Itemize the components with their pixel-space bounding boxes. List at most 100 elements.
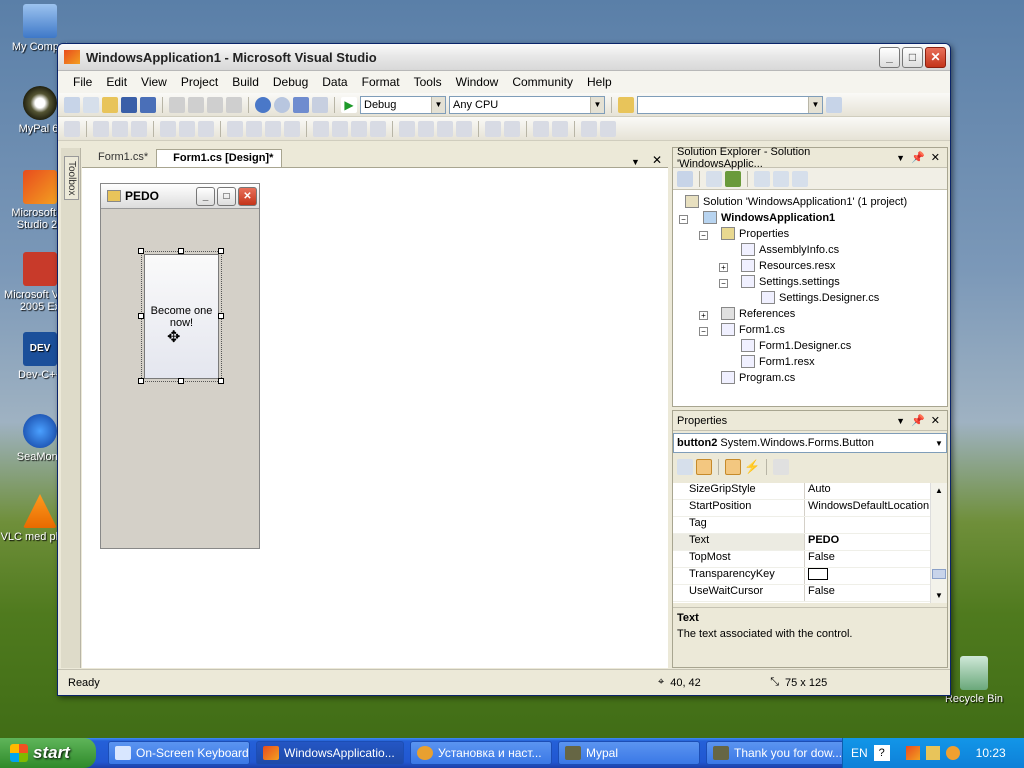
property-value[interactable]: False	[805, 551, 931, 567]
navigate-forward-icon[interactable]	[312, 96, 328, 113]
resize-handle-e[interactable]	[218, 313, 224, 319]
pin-icon[interactable]: 📌	[908, 414, 928, 427]
menu-window[interactable]: Window	[449, 75, 506, 89]
align-to-grid-icon[interactable]	[64, 120, 80, 137]
align-tops-icon[interactable]	[160, 120, 176, 137]
navigate-backward-icon[interactable]	[293, 96, 309, 113]
start-debugging-icon[interactable]: ▶	[341, 96, 357, 113]
button2[interactable]: Become one now!	[144, 254, 219, 379]
align-middles-icon[interactable]	[179, 120, 195, 137]
form-designer[interactable]: PEDO _ □ ✕ Become one now! ✥	[100, 183, 260, 549]
property-row-selected[interactable]: Text PEDO	[673, 534, 931, 551]
chevron-down-icon[interactable]: ▼	[893, 416, 908, 426]
tree-item-form1[interactable]: Form1.cs	[721, 323, 785, 336]
property-value[interactable]: False	[805, 585, 931, 601]
save-icon[interactable]	[121, 96, 137, 113]
view-designer-icon[interactable]	[773, 170, 789, 187]
align-bottoms-icon[interactable]	[198, 120, 214, 137]
menu-debug[interactable]: Debug	[266, 75, 315, 89]
vertical-spacing-equal-icon[interactable]	[399, 120, 415, 137]
add-item-icon[interactable]	[83, 96, 99, 113]
taskbar-button-visual-studio[interactable]: WindowsApplicatio...	[256, 741, 404, 765]
close-icon[interactable]: ✕	[646, 153, 668, 167]
new-project-icon[interactable]	[64, 96, 80, 113]
menu-help[interactable]: Help	[580, 75, 619, 89]
expand-icon[interactable]: +	[719, 263, 728, 272]
menu-build[interactable]: Build	[225, 75, 266, 89]
resize-handle-ne[interactable]	[218, 248, 224, 254]
tree-item-form1-resx[interactable]: Form1.resx	[741, 355, 815, 368]
property-row[interactable]: Tag	[673, 517, 931, 534]
refresh-icon[interactable]	[725, 170, 741, 187]
collapse-icon[interactable]: −	[719, 279, 728, 288]
scroll-up-icon[interactable]: ▲	[931, 483, 947, 498]
paste-icon[interactable]	[207, 96, 223, 113]
tree-item-assemblyinfo[interactable]: AssemblyInfo.cs	[741, 243, 839, 256]
send-to-back-icon[interactable]	[552, 120, 568, 137]
find-combo[interactable]: ▼	[637, 95, 823, 114]
properties-icon[interactable]	[677, 170, 693, 187]
redo-icon[interactable]	[274, 96, 290, 113]
tab-form1-design[interactable]: Form1.cs [Design]*	[156, 149, 283, 167]
menu-data[interactable]: Data	[315, 75, 354, 89]
property-value[interactable]: PEDO	[805, 534, 931, 550]
resize-handle-se[interactable]	[218, 378, 224, 384]
start-button[interactable]: start	[0, 738, 96, 768]
pin-icon[interactable]: 📌	[908, 151, 928, 164]
tab-form1-cs[interactable]: Form1.cs*	[82, 149, 156, 167]
center-horizontally-icon[interactable]	[485, 120, 501, 137]
tray-icon-sound[interactable]	[925, 746, 940, 760]
language-indicator[interactable]: EN	[851, 746, 868, 760]
taskbar-button-onscreen-keyboard[interactable]: On-Screen Keyboard	[108, 741, 250, 765]
property-value[interactable]	[805, 568, 931, 584]
menu-tools[interactable]: Tools	[407, 75, 449, 89]
tree-item-settings-designer[interactable]: Settings.Designer.cs	[761, 291, 879, 304]
taskbar-button-download[interactable]: Thank you for dow...	[706, 741, 848, 765]
vertical-spacing-decrease-icon[interactable]	[437, 120, 453, 137]
taskbar-button-browser[interactable]: Установка и наст...	[410, 741, 552, 765]
property-value[interactable]: Auto	[805, 483, 931, 499]
view-class-diagram-icon[interactable]	[792, 170, 808, 187]
tree-item-project[interactable]: WindowsApplication1	[703, 211, 835, 224]
toolbox-tab[interactable]: Toolbox	[64, 156, 79, 201]
tree-item-resources[interactable]: Resources.resx	[741, 259, 835, 272]
solution-platform-select[interactable]: Any CPU ▼	[449, 95, 605, 114]
solution-explorer-icon[interactable]	[826, 96, 842, 113]
maximize-button[interactable]: □	[902, 46, 923, 68]
view-code-icon[interactable]	[754, 170, 770, 187]
collapse-icon[interactable]: −	[699, 231, 708, 240]
find-in-files-icon[interactable]	[618, 96, 634, 113]
tray-icon-search[interactable]	[945, 746, 960, 760]
vertical-spacing-remove-icon[interactable]	[456, 120, 472, 137]
save-all-icon[interactable]	[140, 96, 156, 113]
show-all-files-icon[interactable]	[706, 170, 722, 187]
property-pages-icon[interactable]	[773, 459, 789, 475]
clock[interactable]: 10:23	[976, 746, 1006, 760]
taskbar-button-mypal[interactable]: Mypal	[558, 741, 700, 765]
property-grid-scrollbar[interactable]: ▲ ▼	[930, 483, 947, 603]
horizontal-spacing-decrease-icon[interactable]	[351, 120, 367, 137]
solution-configuration-select[interactable]: Debug ▼	[360, 95, 446, 114]
resize-handle-w[interactable]	[138, 313, 144, 319]
tree-item-properties[interactable]: Properties	[721, 227, 789, 240]
tree-item-references[interactable]: References	[721, 307, 795, 320]
property-row[interactable]: SizeGripStyle Auto	[673, 483, 931, 500]
events-icon[interactable]: ⚡	[744, 459, 760, 475]
alphabetical-icon[interactable]	[696, 459, 712, 475]
menu-view[interactable]: View	[134, 75, 174, 89]
tree-item-settings[interactable]: Settings.settings	[741, 275, 840, 288]
help-icon[interactable]: ?	[873, 745, 890, 761]
properties-view-icon[interactable]	[725, 459, 741, 475]
resize-handle-n[interactable]	[178, 248, 184, 254]
lock-controls-icon[interactable]	[581, 120, 597, 137]
menu-format[interactable]: Format	[355, 75, 407, 89]
undo-icon[interactable]	[255, 96, 271, 113]
align-lefts-icon[interactable]	[93, 120, 109, 137]
object-selector[interactable]: button2 System.Windows.Forms.Button ▼	[673, 433, 947, 453]
cut-icon[interactable]	[169, 96, 185, 113]
copy-icon[interactable]	[188, 96, 204, 113]
expand-icon[interactable]: +	[699, 311, 708, 320]
make-same-width-icon[interactable]	[227, 120, 243, 137]
property-value[interactable]	[805, 517, 931, 533]
tree-item-program[interactable]: Program.cs	[721, 371, 795, 384]
